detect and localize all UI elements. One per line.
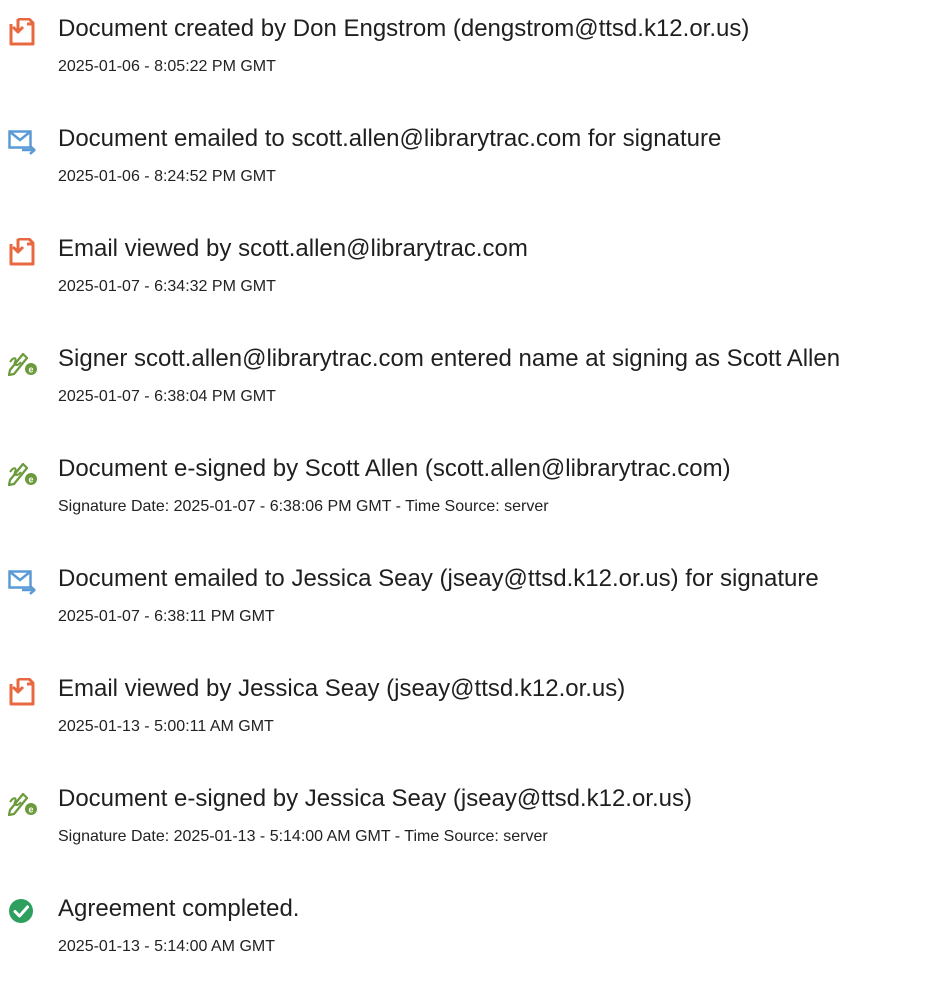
event-title: Document e-signed by Jessica Seay (jseay… [58, 785, 692, 812]
event-timestamp: 2025-01-06 - 8:05:22 PM GMT [58, 58, 276, 75]
event-title: Email viewed by Jessica Seay (jseay@ttsd… [58, 675, 626, 702]
history-event-viewed: Email viewed by scott.allen@librarytrac.… [8, 232, 923, 312]
event-timestamp: 2025-01-07 - 6:38:04 PM GMT [58, 388, 276, 405]
event-title: Document created by Don Engstrom (dengst… [58, 15, 750, 42]
event-timestamp: 2025-01-06 - 8:24:52 PM GMT [58, 168, 276, 185]
event-timestamp: 2025-01-07 - 6:38:11 PM GMT [58, 608, 275, 625]
event-signature-date: Signature Date: 2025-01-13 - 5:14:00 AM … [58, 828, 548, 845]
history-event-emailed: Document emailed to scott.allen@libraryt… [8, 122, 923, 202]
audit-history: Document created by Don Engstrom (dengst… [0, 0, 927, 994]
event-signature-date: Signature Date: 2025-01-07 - 6:38:06 PM … [58, 498, 549, 515]
event-timestamp: 2025-01-07 - 6:34:32 PM GMT [58, 278, 276, 295]
event-timestamp: 2025-01-13 - 5:14:00 AM GMT [58, 938, 275, 955]
history-event-viewed: Email viewed by Jessica Seay (jseay@ttsd… [8, 672, 923, 752]
history-event-completed: Agreement completed. 2025-01-13 - 5:14:0… [8, 892, 923, 972]
history-event-esigned: e Document e-signed by Scott Allen (scot… [8, 452, 923, 532]
history-event-name-entered: e Signer scott.allen@librarytrac.com ent… [8, 342, 923, 422]
event-title: Document e-signed by Scott Allen (scott.… [58, 455, 731, 482]
event-title: Email viewed by scott.allen@librarytrac.… [58, 235, 528, 262]
email-icon [8, 128, 38, 155]
document-icon [8, 678, 38, 706]
history-event-emailed: Document emailed to Jessica Seay (jseay@… [8, 562, 923, 642]
event-title: Agreement completed. [58, 895, 300, 922]
history-event-created: Document created by Don Engstrom (dengst… [8, 12, 923, 92]
esign-icon: e [8, 788, 38, 816]
document-icon [8, 18, 38, 46]
check-circle-icon [8, 898, 38, 924]
document-icon [8, 238, 38, 266]
svg-text:e: e [28, 365, 33, 375]
event-title: Document emailed to Jessica Seay (jseay@… [58, 565, 819, 592]
svg-text:e: e [28, 805, 33, 815]
event-title: Signer scott.allen@librarytrac.com enter… [58, 345, 841, 372]
svg-text:e: e [28, 475, 33, 485]
event-title: Document emailed to scott.allen@libraryt… [58, 125, 722, 152]
esign-icon: e [8, 348, 38, 376]
history-event-esigned: e Document e-signed by Jessica Seay (jse… [8, 782, 923, 862]
event-timestamp: 2025-01-13 - 5:00:11 AM GMT [58, 718, 274, 735]
email-icon [8, 568, 38, 595]
esign-icon: e [8, 458, 38, 486]
